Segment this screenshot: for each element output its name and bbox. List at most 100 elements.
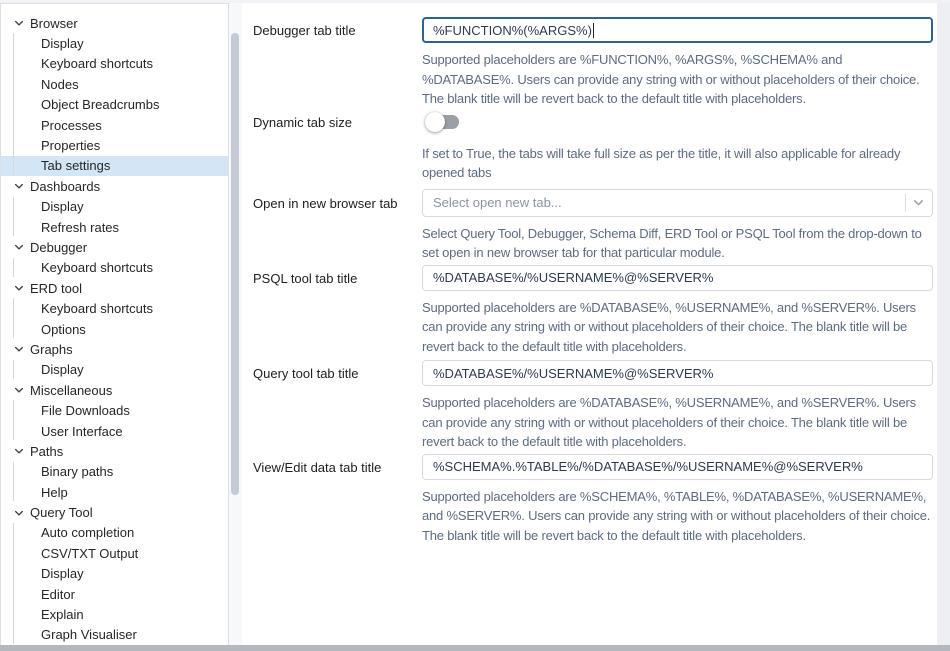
open-in-new-browser-tab-help: Select Query Tool, Debugger, Schema Diff… — [422, 224, 933, 263]
form-row-dynamic-tab-size: Dynamic tab sizeIf set to True, the tabs… — [253, 112, 933, 183]
tree-children-graphs: Display — [1, 360, 228, 380]
tree-group-label: Miscellaneous — [30, 383, 112, 398]
tree-group-erd-tool[interactable]: ERD tool — [1, 278, 228, 298]
tree-item-graph-visualiser[interactable]: Graph Visualiser — [1, 625, 228, 645]
tree-children-erd-tool: Keyboard shortcuts Options — [1, 298, 228, 339]
query-tool-tab-title-input[interactable] — [422, 360, 933, 386]
text-caret — [593, 23, 594, 38]
tree-item-label: Options — [41, 322, 86, 337]
tree-group-label: Browser — [30, 16, 78, 31]
chevron-down-icon — [13, 445, 25, 457]
chevron-down-icon — [13, 507, 25, 519]
tree-item-label: Refresh rates — [41, 220, 119, 235]
tree-item-display[interactable]: Display — [1, 564, 228, 584]
tree-children-debugger: Keyboard shortcuts — [1, 258, 228, 278]
tree-children-browser: Display Keyboard shortcuts Nodes Object Bre… — [1, 33, 228, 176]
sidebar-scrollbar-track[interactable] — [229, 3, 242, 645]
tree-group-label: Dashboards — [30, 179, 100, 194]
tree-item-label: Binary paths — [41, 464, 113, 479]
tree-item-binary-paths[interactable]: Binary paths — [1, 462, 228, 482]
tree-item-label: Display — [41, 566, 84, 581]
tree-item-csv-txt-output[interactable]: CSV/TXT Output — [1, 543, 228, 563]
tree-item-keyboard-shortcuts[interactable]: Keyboard shortcuts — [1, 298, 228, 318]
tree-item-label: Display — [41, 36, 84, 51]
tree-item-nodes[interactable]: Nodes — [1, 74, 228, 94]
tree-item-editor[interactable]: Editor — [1, 584, 228, 604]
tree-children-dashboards: Display Refresh rates — [1, 197, 228, 238]
tree-item-label: Help — [41, 485, 68, 500]
query-tool-tab-title-control-area: Supported placeholders are %DATABASE%, %… — [422, 360, 933, 452]
tree-item-file-downloads[interactable]: File Downloads — [1, 400, 228, 420]
tree-group-query-tool[interactable]: Query Tool — [1, 502, 228, 522]
content-scrollbar-track[interactable] — [937, 3, 950, 645]
form-row-open-in-new-browser-tab: Open in new browser tabSelect open new t… — [253, 189, 933, 263]
tree-item-label: Object Breadcrumbs — [41, 97, 160, 112]
open-in-new-browser-tab-control-area: Select open new tab... Select Query Tool,… — [422, 189, 933, 263]
tree-group-graphs[interactable]: Graphs — [1, 339, 228, 359]
dynamic-tab-size-help: If set to True, the tabs will take full … — [422, 144, 933, 183]
chevron-down-icon — [13, 282, 25, 294]
psql-tool-tab-title-help: Supported placeholders are %DATABASE%, %… — [422, 298, 933, 357]
tree-item-user-interface[interactable]: User Interface — [1, 421, 228, 441]
tree-item-refresh-rates[interactable]: Refresh rates — [1, 217, 228, 237]
tree-item-label: CSV/TXT Output — [41, 546, 138, 561]
view-edit-data-tab-title-input[interactable] — [422, 454, 933, 480]
tree-item-label: Display — [41, 362, 84, 377]
tree-item-tab-settings[interactable]: Tab settings — [1, 156, 228, 176]
tree-item-label: Explain — [41, 607, 84, 622]
debugger-tab-title-value: %FUNCTION%(%ARGS%) — [433, 23, 592, 38]
debugger-tab-title-help: Supported placeholders are %FUNCTION%, %… — [422, 50, 933, 109]
preferences-main: Browser Display Keyboard shortcuts Nodes Obj… — [0, 3, 950, 645]
tree-item-label: Auto completion — [41, 525, 134, 540]
tree-group-browser[interactable]: Browser — [1, 13, 228, 33]
tree-group-dashboards[interactable]: Dashboards — [1, 176, 228, 196]
tree-item-options[interactable]: Options — [1, 319, 228, 339]
tree-group-label: Paths — [30, 444, 63, 459]
tree-group-label: Query Tool — [30, 505, 93, 520]
tree-group-paths[interactable]: Paths — [1, 441, 228, 461]
view-edit-data-tab-title-help: Supported placeholders are %SCHEMA%, %TA… — [422, 487, 933, 546]
tree-children-paths: Binary paths Help — [1, 462, 228, 503]
tree-item-help[interactable]: Help — [1, 482, 228, 502]
tree-item-object-breadcrumbs[interactable]: Object Breadcrumbs — [1, 95, 228, 115]
tree-item-keyboard-shortcuts[interactable]: Keyboard shortcuts — [1, 54, 228, 74]
debugger-tab-title-input[interactable]: %FUNCTION%(%ARGS%) — [422, 17, 933, 43]
view-edit-data-tab-title-control-area: Supported placeholders are %SCHEMA%, %TA… — [422, 454, 933, 546]
tree-item-processes[interactable]: Processes — [1, 115, 228, 135]
dynamic-tab-size-label: Dynamic tab size — [253, 112, 422, 183]
tree-item-display[interactable]: Display — [1, 33, 228, 53]
dynamic-tab-size-control-area: If set to True, the tabs will take full … — [422, 112, 933, 183]
open-in-new-browser-tab-select[interactable]: Select open new tab... — [422, 189, 933, 217]
tree-item-display[interactable]: Display — [1, 360, 228, 380]
tree-item-explain[interactable]: Explain — [1, 604, 228, 624]
tree-group-miscellaneous[interactable]: Miscellaneous — [1, 380, 228, 400]
debugger-tab-title-label: Debugger tab title — [253, 17, 422, 109]
tree-group-debugger[interactable]: Debugger — [1, 237, 228, 257]
tree-item-label: Keyboard shortcuts — [41, 56, 153, 71]
tree-item-display[interactable]: Display — [1, 197, 228, 217]
psql-tool-tab-title-label: PSQL tool tab title — [253, 265, 422, 357]
tree-item-label: Tab settings — [41, 158, 110, 173]
chevron-down-icon — [13, 17, 25, 29]
query-tool-tab-title-label: Query tool tab title — [253, 360, 422, 452]
chevron-down-icon — [13, 384, 25, 396]
tree-item-label: User Interface — [41, 424, 123, 439]
tree-item-label: Properties — [41, 138, 100, 153]
tree-item-keyboard-shortcuts[interactable]: Keyboard shortcuts — [1, 258, 228, 278]
tree-children-miscellaneous: File Downloads User Interface — [1, 400, 228, 441]
tree-item-label: Keyboard shortcuts — [41, 301, 153, 316]
form-row-psql-tool-tab-title: PSQL tool tab titleSupported placeholder… — [253, 265, 933, 357]
tree-item-auto-completion[interactable]: Auto completion — [1, 523, 228, 543]
select-placeholder: Select open new tab... — [433, 195, 905, 210]
form-row-view-edit-data-tab-title: View/Edit data tab titleSupported placeh… — [253, 454, 933, 546]
sidebar-scrollbar-thumb[interactable] — [231, 33, 239, 495]
chevron-down-icon — [13, 241, 25, 253]
query-tool-tab-title-help: Supported placeholders are %DATABASE%, %… — [422, 393, 933, 452]
tree-item-label: Nodes — [41, 77, 79, 92]
dynamic-tab-size-toggle[interactable] — [425, 112, 462, 132]
chevron-down-icon[interactable] — [911, 195, 926, 210]
tree-item-properties[interactable]: Properties — [1, 135, 228, 155]
tree-item-label: Graph Visualiser — [41, 627, 137, 642]
preferences-dialog: Browser Display Keyboard shortcuts Nodes Obj… — [0, 0, 950, 651]
psql-tool-tab-title-input[interactable] — [422, 265, 933, 291]
